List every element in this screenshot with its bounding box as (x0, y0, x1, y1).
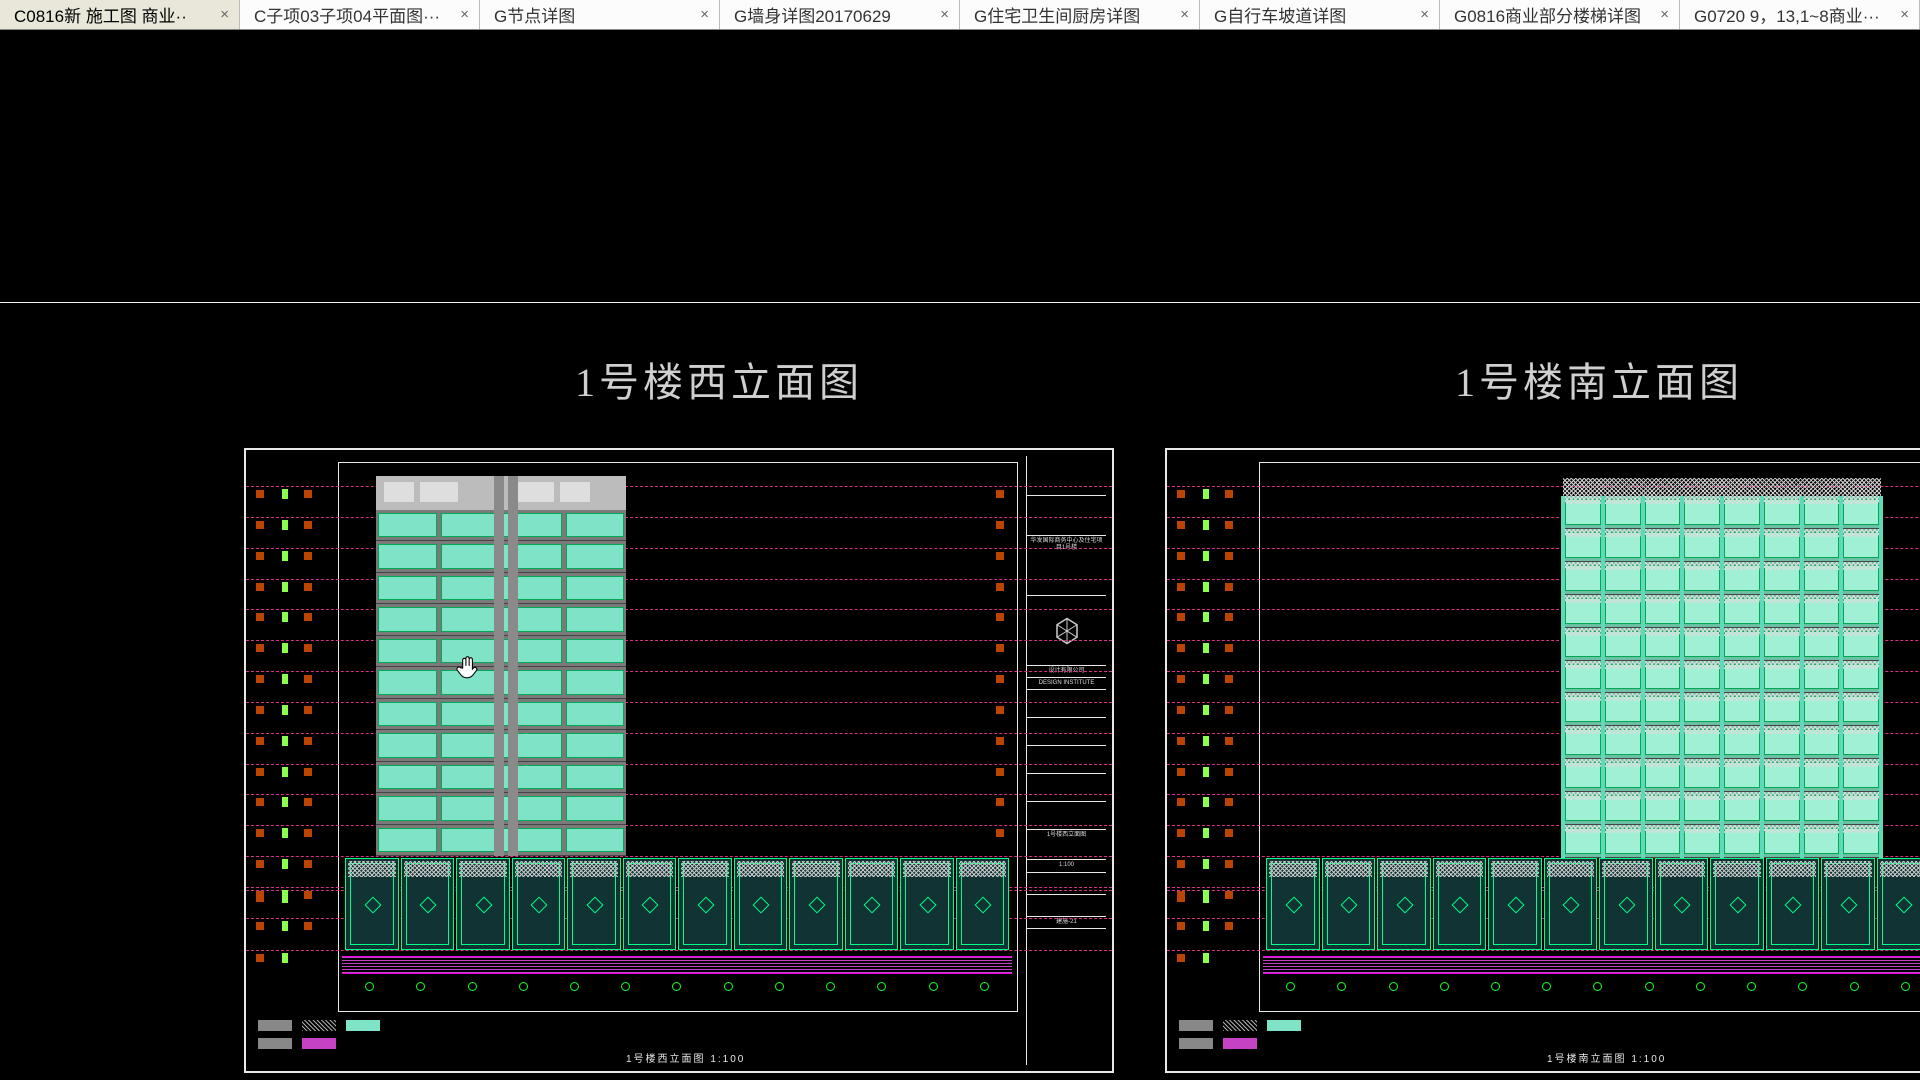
tower-south (1563, 478, 1881, 858)
tab-g-wall[interactable]: G墙身详图20170629 × (720, 0, 960, 29)
shop-bay (845, 858, 899, 950)
shop-bay (1377, 858, 1431, 950)
titleblock-project: 华发国际商务中心及住宅项目1号楼 (1027, 536, 1106, 596)
tab-label: G自行车坡道详图 (1214, 2, 1346, 27)
tab-label: G墙身详图20170629 (734, 2, 891, 27)
model-space-canvas[interactable]: 1号楼西立面图 1号楼南立面图 华发国际商务中心及住宅项目1号楼 设计有限公司 … (0, 30, 1920, 1080)
dimension-column-left-2 (1223, 458, 1253, 1001)
dimension-column-left (1173, 458, 1221, 1001)
grid-bubbles (1265, 978, 1920, 996)
close-icon[interactable]: × (212, 6, 229, 23)
shop-bay (956, 858, 1010, 950)
viewport-divider (0, 302, 1920, 303)
legend-swatch (1267, 1020, 1301, 1031)
shop-bay (1821, 858, 1875, 950)
titleblock-firm1: 设计有限公司 (1027, 666, 1106, 678)
legend-swatch (1223, 1020, 1257, 1031)
tab-g-bike[interactable]: G自行车坡道详图 × (1200, 0, 1440, 29)
legend-swatch (302, 1020, 336, 1031)
shop-bay (1433, 858, 1487, 950)
drawing-title-west: 1号楼西立面图 (575, 350, 863, 408)
legend-swatch (1179, 1038, 1213, 1049)
tower-roof (1563, 478, 1881, 496)
shop-bay (1488, 858, 1542, 950)
close-icon[interactable]: × (932, 6, 949, 23)
close-icon[interactable]: × (1652, 6, 1669, 23)
dimension-column-left-2 (302, 458, 332, 1001)
legend-swatch (1179, 1020, 1213, 1031)
tab-c-subitem[interactable]: C子项03子项04平面图··· × (240, 0, 480, 29)
tab-label: C0816新 施工图 商业·· (14, 2, 187, 27)
tab-g-node[interactable]: G节点详图 × (480, 0, 720, 29)
shop-bay (623, 858, 677, 950)
shop-bay (1655, 858, 1709, 950)
close-icon[interactable]: × (692, 6, 709, 23)
shop-bay (1322, 858, 1376, 950)
sheet-south-elevation: 1号楼南立面图 1:100 (1165, 448, 1920, 1073)
ground-hatch (342, 956, 1012, 974)
tab-g0816-stair[interactable]: G0816商业部分楼梯详图 × (1440, 0, 1680, 29)
tab-label: G0720 9，13,1~8商业··· (1694, 2, 1880, 27)
legend-swatch (302, 1038, 336, 1049)
legend-swatch (1223, 1038, 1257, 1049)
shop-bay (1599, 858, 1653, 950)
close-icon[interactable]: × (1412, 6, 1429, 23)
podium-west (344, 858, 1010, 950)
titleblock-scale: 1:100 (1027, 860, 1106, 872)
close-icon[interactable]: × (452, 6, 469, 23)
legend-swatch (346, 1020, 380, 1031)
sheet-west-elevation: 华发国际商务中心及住宅项目1号楼 设计有限公司 DESIGN INSTITUTE… (244, 448, 1114, 1073)
shop-bay (1877, 858, 1920, 950)
tab-label: G0816商业部分楼梯详图 (1454, 2, 1641, 27)
titleblock-sheetno: 建施-21 (1027, 917, 1106, 929)
dimension-column-left (252, 458, 300, 1001)
tab-label: G节点详图 (494, 2, 575, 27)
titleblock-firm2: DESIGN INSTITUTE (1027, 678, 1106, 690)
tab-label: C子项03子项04平面图··· (254, 2, 440, 27)
sheet-caption-west: 1号楼西立面图 1:100 (626, 1050, 745, 1065)
sheet-caption-south: 1号楼南立面图 1:100 (1547, 1050, 1666, 1065)
shop-bay (512, 858, 566, 950)
grid-bubbles (344, 978, 1010, 996)
close-icon[interactable]: × (1892, 6, 1909, 23)
shop-bay (345, 858, 399, 950)
shop-bay (1766, 858, 1820, 950)
podium-south (1265, 858, 1920, 950)
tab-g0720[interactable]: G0720 9，13,1~8商业··· × (1680, 0, 1920, 29)
shop-bay (1710, 858, 1764, 950)
shop-bay (678, 858, 732, 950)
shop-bay (401, 858, 455, 950)
shop-bay (900, 858, 954, 950)
shop-bay (1544, 858, 1598, 950)
drawing-title-south: 1号楼南立面图 (1455, 350, 1743, 408)
titleblock-sheetname: 1号楼西立面图 (1027, 830, 1106, 860)
tab-label: G住宅卫生间厨房详图 (974, 2, 1140, 27)
ground-hatch (1263, 956, 1920, 974)
legend (1179, 1038, 1257, 1049)
legend-swatch (258, 1020, 292, 1031)
legend (258, 1038, 336, 1049)
shop-bay (456, 858, 510, 950)
tab-c0816[interactable]: C0816新 施工图 商业·· × (0, 0, 240, 29)
tab-g-kitchen[interactable]: G住宅卫生间厨房详图 × (960, 0, 1200, 29)
tower-west (376, 476, 626, 856)
shop-bay (789, 858, 843, 950)
legend-swatch (258, 1038, 292, 1049)
shop-bay (567, 858, 621, 950)
document-tab-bar: C0816新 施工图 商业·· × C子项03子项04平面图··· × G节点详… (0, 0, 1920, 30)
titleblock-logo (1027, 596, 1106, 666)
close-icon[interactable]: × (1172, 6, 1189, 23)
shop-bay (1266, 858, 1320, 950)
title-block: 华发国际商务中心及住宅项目1号楼 设计有限公司 DESIGN INSTITUTE… (1026, 456, 1106, 1065)
shop-bay (734, 858, 788, 950)
legend (1179, 1020, 1301, 1031)
legend (258, 1020, 380, 1031)
